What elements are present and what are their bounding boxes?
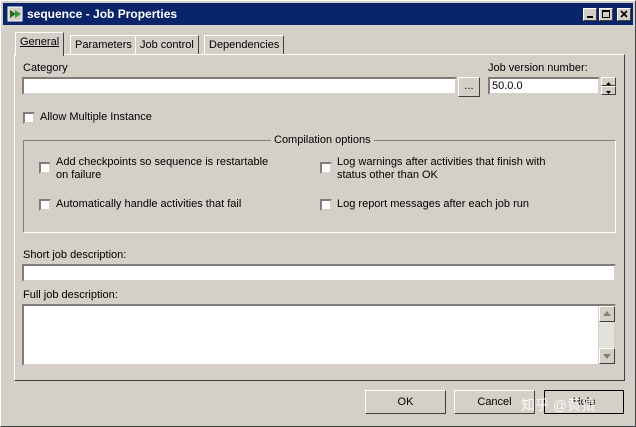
tab-job-control[interactable]: Job control bbox=[135, 35, 199, 55]
ok-button[interactable]: OK bbox=[365, 390, 446, 414]
log-warnings-checkbox[interactable] bbox=[320, 162, 332, 174]
job-properties-window: sequence - Job Properties General Parame… bbox=[0, 0, 636, 427]
tab-parameters[interactable]: Parameters bbox=[70, 35, 137, 55]
minimize-button[interactable] bbox=[583, 8, 597, 21]
scroll-down-button[interactable] bbox=[599, 348, 615, 364]
window-title: sequence - Job Properties bbox=[27, 7, 178, 21]
close-button[interactable] bbox=[617, 8, 631, 21]
compilation-options-group bbox=[23, 140, 616, 233]
short-description-label: Short job description: bbox=[23, 249, 127, 261]
tab-general[interactable]: General bbox=[15, 32, 65, 56]
category-input[interactable] bbox=[22, 77, 457, 95]
version-input[interactable]: 50.0.0 bbox=[488, 77, 600, 95]
sequence-app-icon bbox=[7, 6, 23, 22]
scroll-down-icon bbox=[603, 354, 611, 359]
close-icon bbox=[620, 10, 628, 18]
short-description-input[interactable] bbox=[22, 264, 616, 282]
scroll-up-icon bbox=[603, 311, 611, 316]
full-description-label: Full job description: bbox=[23, 289, 118, 301]
add-checkpoints-checkbox[interactable] bbox=[39, 162, 51, 174]
log-report-label: Log report messages after each job run bbox=[337, 198, 530, 210]
tab-dependencies[interactable]: Dependencies bbox=[204, 35, 285, 55]
maximize-button[interactable] bbox=[599, 8, 613, 21]
maximize-icon bbox=[602, 10, 610, 18]
version-spin-up-button[interactable] bbox=[601, 77, 616, 86]
handle-failures-label: Automatically handle activities that fai… bbox=[56, 198, 242, 210]
compilation-options-title: Compilation options bbox=[271, 134, 374, 146]
add-checkpoints-label: Add checkpoints so sequence is restartab… bbox=[56, 156, 269, 181]
scroll-up-button[interactable] bbox=[599, 306, 615, 322]
version-label: Job version number: bbox=[488, 62, 588, 74]
category-label: Category bbox=[23, 62, 68, 74]
handle-failures-checkbox[interactable] bbox=[39, 199, 51, 211]
spin-down-icon bbox=[606, 91, 611, 94]
log-warnings-label: Log warnings after activities that finis… bbox=[337, 156, 546, 181]
version-spin-down-button[interactable] bbox=[601, 86, 616, 95]
allow-multiple-instance-checkbox[interactable] bbox=[23, 112, 35, 124]
allow-multiple-instance-label: Allow Multiple Instance bbox=[40, 111, 152, 123]
category-browse-button[interactable]: ... bbox=[458, 77, 480, 97]
watermark: 知乎 @黄猿 bbox=[521, 397, 596, 413]
log-report-checkbox[interactable] bbox=[320, 199, 332, 211]
version-value: 50.0.0 bbox=[492, 80, 523, 92]
full-description-textarea[interactable] bbox=[22, 304, 616, 366]
title-bar[interactable]: sequence - Job Properties bbox=[3, 3, 633, 25]
full-description-scrollbar[interactable] bbox=[598, 306, 615, 364]
minimize-icon bbox=[587, 16, 593, 18]
